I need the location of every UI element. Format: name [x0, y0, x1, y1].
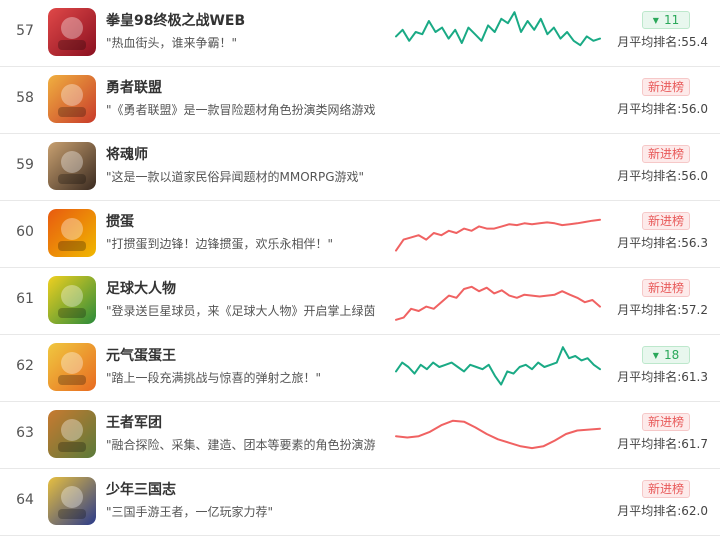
game-icon[interactable] [48, 75, 96, 123]
avg-value: 57.2 [681, 303, 708, 317]
monthly-average-rank: 月平均排名:56.0 [617, 100, 708, 117]
badge-text: 新进榜 [647, 214, 684, 228]
rank-trend-chart [392, 207, 604, 259]
game-title[interactable]: 足球大人物 [106, 278, 176, 298]
game-icon[interactable] [48, 209, 96, 257]
monthly-average-rank: 月平均排名:56.0 [617, 167, 708, 184]
rank-change-badge: 新进榜 [642, 78, 690, 96]
game-title[interactable]: 掼蛋 [106, 211, 134, 231]
rank-number: 61 [16, 291, 34, 307]
avg-label: 月平均排名: [617, 236, 682, 250]
rank-number: 60 [16, 224, 34, 240]
rank-change-badge: ▼ 18 [642, 346, 690, 364]
arrow-icon: ▼ [652, 16, 659, 25]
rank-change-badge: ▼ 11 [642, 11, 690, 29]
list-item[interactable]: 64 少年三国志 "三国手游王者，一亿玩家力荐" 新进榜 月平均排名:62.0 [0, 469, 720, 536]
game-title[interactable]: 拳皇98终极之战WEB [106, 10, 245, 30]
badge-text: 18 [663, 348, 680, 362]
trend-line [395, 285, 601, 321]
trend-line [395, 11, 601, 47]
avg-label: 月平均排名: [617, 102, 682, 116]
list-item[interactable]: 59 将魂师 "这是一款以道家民俗异闻题材的MMORPG游戏" 新进榜 月平均排… [0, 134, 720, 201]
monthly-average-rank: 月平均排名:55.4 [617, 33, 708, 50]
game-icon[interactable] [48, 410, 96, 458]
arrow-icon: ▼ [652, 351, 659, 360]
rank-number: 62 [16, 358, 34, 374]
game-icon[interactable] [48, 343, 96, 391]
avg-label: 月平均排名: [617, 35, 682, 49]
rank-trend-chart [392, 73, 604, 125]
game-description: "打掼蛋到边锋！边锋掼蛋，欢乐永相伴！" [106, 237, 334, 251]
monthly-average-rank: 月平均排名:61.7 [617, 435, 708, 452]
trend-line [395, 218, 601, 252]
game-title[interactable]: 勇者联盟 [106, 77, 162, 97]
rank-trend-chart [392, 140, 604, 192]
game-icon[interactable] [48, 276, 96, 324]
rank-trend-chart [392, 6, 604, 58]
avg-value: 56.0 [681, 169, 708, 183]
rank-trend-chart [392, 274, 604, 326]
rank-number: 59 [16, 157, 34, 173]
list-item[interactable]: 60 掼蛋 "打掼蛋到边锋！边锋掼蛋，欢乐永相伴！" 新进榜 月平均排名:56.… [0, 201, 720, 268]
game-icon[interactable] [48, 142, 96, 190]
rank-change-badge: 新进榜 [642, 413, 690, 431]
game-description: "融合探险、采集、建造、团本等要素的角色扮演游戏" [106, 438, 376, 452]
monthly-average-rank: 月平均排名:56.3 [617, 234, 708, 251]
rank-change-badge: 新进榜 [642, 480, 690, 498]
game-description: "三国手游王者，一亿玩家力荐" [106, 505, 274, 519]
rank-change-badge: 新进榜 [642, 212, 690, 230]
game-description: "登录送巨星球员，来《足球大人物》开启掌上绿茵之旅" [106, 304, 376, 318]
rank-trend-chart [392, 475, 604, 527]
game-title[interactable]: 元气蛋蛋王 [106, 345, 176, 365]
list-item[interactable]: 62 元气蛋蛋王 "踏上一段充满挑战与惊喜的弹射之旅！" ▼ 18 月平均排名:6… [0, 335, 720, 402]
avg-label: 月平均排名: [617, 437, 682, 451]
badge-text: 新进榜 [647, 281, 684, 295]
avg-value: 56.3 [681, 236, 708, 250]
list-item[interactable]: 57 拳皇98终极之战WEB "热血街头，谁来争霸！" ▼ 11 月平均排名:55… [0, 0, 720, 67]
game-title[interactable]: 少年三国志 [106, 479, 176, 499]
game-description: "这是一款以道家民俗异闻题材的MMORPG游戏" [106, 170, 365, 184]
monthly-average-rank: 月平均排名:57.2 [617, 301, 708, 318]
monthly-average-rank: 月平均排名:62.0 [617, 502, 708, 519]
badge-text: 新进榜 [647, 80, 684, 94]
avg-label: 月平均排名: [617, 504, 682, 518]
badge-text: 新进榜 [647, 415, 684, 429]
badge-text: 11 [663, 13, 680, 27]
ranking-list: 57 拳皇98终极之战WEB "热血街头，谁来争霸！" ▼ 11 月平均排名:55… [0, 0, 720, 536]
game-description: "《勇者联盟》是一款冒险题材角色扮演类网络游戏" [106, 103, 376, 117]
game-description: "踏上一段充满挑战与惊喜的弹射之旅！" [106, 371, 322, 385]
avg-label: 月平均排名: [617, 370, 682, 384]
avg-value: 61.7 [681, 437, 708, 451]
avg-label: 月平均排名: [617, 169, 682, 183]
avg-label: 月平均排名: [617, 303, 682, 317]
avg-value: 55.4 [681, 35, 708, 49]
game-title[interactable]: 王者军团 [106, 412, 162, 432]
game-title[interactable]: 将魂师 [106, 144, 148, 164]
list-item[interactable]: 63 王者军团 "融合探险、采集、建造、团本等要素的角色扮演游戏" 新进榜 月平… [0, 402, 720, 469]
rank-change-badge: 新进榜 [642, 145, 690, 163]
list-item[interactable]: 58 勇者联盟 "《勇者联盟》是一款冒险题材角色扮演类网络游戏" 新进榜 月平均… [0, 67, 720, 134]
badge-text: 新进榜 [647, 147, 684, 161]
rank-trend-chart [392, 341, 604, 393]
trend-line [395, 346, 601, 386]
rank-trend-chart [392, 408, 604, 460]
game-icon[interactable] [48, 477, 96, 525]
rank-number: 63 [16, 425, 34, 441]
rank-number: 64 [16, 492, 34, 508]
avg-value: 62.0 [681, 504, 708, 518]
list-item[interactable]: 61 足球大人物 "登录送巨星球员，来《足球大人物》开启掌上绿茵之旅" 新进榜 … [0, 268, 720, 335]
monthly-average-rank: 月平均排名:61.3 [617, 368, 708, 385]
avg-value: 61.3 [681, 370, 708, 384]
badge-text: 新进榜 [647, 482, 684, 496]
rank-number: 58 [16, 90, 34, 106]
game-icon[interactable] [48, 8, 96, 56]
rank-change-badge: 新进榜 [642, 279, 690, 297]
avg-value: 56.0 [681, 102, 708, 116]
rank-number: 57 [16, 23, 34, 39]
trend-line [395, 419, 601, 450]
game-description: "热血街头，谁来争霸！" [106, 36, 238, 50]
